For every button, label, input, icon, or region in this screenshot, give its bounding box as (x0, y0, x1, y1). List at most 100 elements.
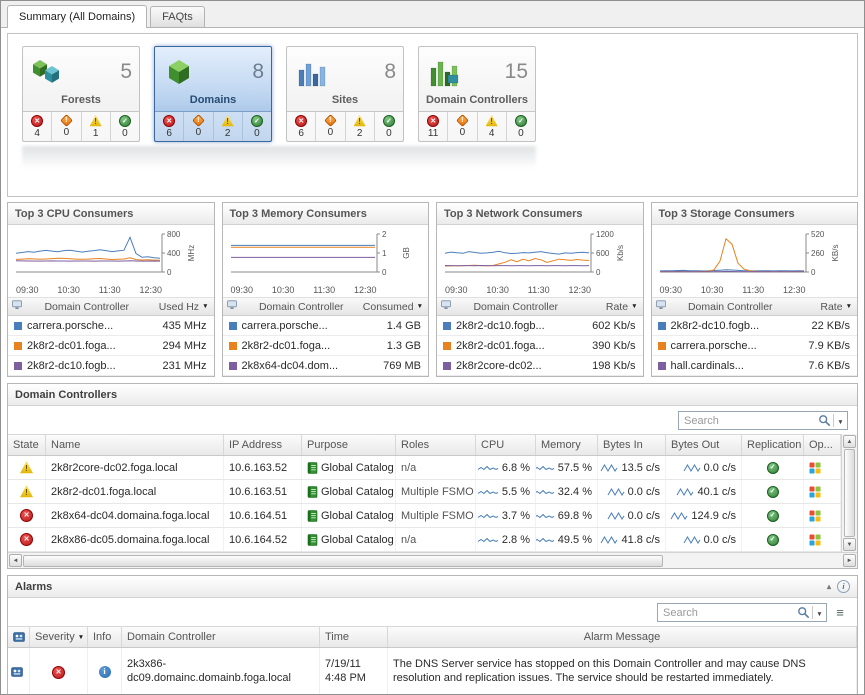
tile-status-strip: ✕4!0!1✓0 (23, 111, 139, 141)
tile-domains[interactable]: 8Domains✕6!0!2✓0 (154, 46, 272, 142)
scroll-right-button[interactable] (843, 554, 856, 567)
sparkline-icon (536, 511, 555, 521)
search-options-dropdown-icon[interactable] (834, 415, 847, 427)
list-item[interactable]: 2k8r2-dc10.fogb...22 KB/s (652, 316, 858, 336)
status-cell-normal[interactable]: ✓0 (110, 112, 139, 141)
column-header-purpose[interactable]: Purpose (302, 435, 396, 455)
collapse-icon[interactable] (827, 582, 831, 591)
sparkline-icon (683, 535, 701, 545)
status-cell-critical[interactable]: !0 (315, 112, 344, 141)
column-header-domain-controller[interactable]: Domain Controller (26, 301, 148, 313)
list-item[interactable]: carrera.porsche...7.9 KB/s (652, 336, 858, 356)
tab-summary-all-domains[interactable]: Summary (All Domains) (7, 5, 147, 28)
column-header-roles[interactable]: Roles (396, 435, 476, 455)
column-header-ip-address[interactable]: IP Address (224, 435, 302, 455)
list-item[interactable]: carrera.porsche...435 MHz (8, 316, 214, 336)
info-icon[interactable]: i (99, 666, 111, 678)
list-item[interactable]: 2k8r2core-dc02...198 Kb/s (437, 356, 643, 376)
status-cell-critical[interactable]: !0 (51, 112, 80, 141)
memory-cell: 49.5 % (536, 528, 598, 551)
column-header-replication[interactable]: Replication (742, 435, 804, 455)
vertical-scrollbar[interactable] (841, 434, 857, 552)
dc-search-row (8, 406, 857, 434)
status-cell-warning[interactable]: !4 (477, 112, 506, 141)
column-header-domain-controller[interactable]: Domain Controller (241, 301, 363, 313)
status-cell-normal[interactable]: ✓0 (242, 112, 271, 141)
alarms-search-input[interactable] (658, 607, 795, 619)
roles-cell: Multiple FSMO (396, 480, 476, 503)
column-header-alarm-message[interactable]: Alarm Message (388, 627, 857, 647)
scroll-up-button[interactable] (843, 435, 856, 448)
tile-sites[interactable]: 8Sites✕6!0!2✓0 (286, 46, 404, 142)
list-item[interactable]: 2k8r2-dc01.foga...1.3 GB (223, 336, 429, 356)
alarm-dc-cell: 2k3x86-dc09.domainc.domainb.foga.local (122, 648, 320, 695)
column-header-bytes-in[interactable]: Bytes In (598, 435, 666, 455)
column-header-domain-controller[interactable]: Domain Controller (670, 301, 792, 313)
roles-label: Multiple FSMO (401, 510, 474, 522)
forests-icon (30, 54, 66, 90)
dc-value: 390 Kb/s (581, 340, 643, 352)
list-item[interactable]: 2k8r2-dc01.foga...390 Kb/s (437, 336, 643, 356)
alarm-row[interactable]: ✕i2k3x86-dc09.domainc.domainb.foga.local… (8, 648, 857, 695)
sparkline-icon (477, 463, 499, 473)
x-tick-label: 11:30 (99, 285, 121, 295)
column-header-value[interactable]: Used Hz (148, 301, 214, 313)
windows-icon (809, 534, 821, 546)
tab-faqts[interactable]: FAQts (150, 6, 205, 27)
column-header-bytes-out[interactable]: Bytes Out (666, 435, 742, 455)
vscroll-thumb[interactable] (844, 449, 855, 537)
column-header-op[interactable]: Op... (804, 435, 841, 455)
status-cell-warning[interactable]: !2 (213, 112, 242, 141)
status-cell-fatal[interactable]: ✕4 (23, 112, 51, 141)
scroll-left-button[interactable] (9, 554, 22, 567)
list-item[interactable]: 2k8r2-dc10.fogb...231 MHz (8, 356, 214, 376)
column-header-time[interactable]: Time (320, 627, 388, 647)
status-cell-fatal[interactable]: ✕11 (419, 112, 447, 141)
status-cell-warning[interactable]: !2 (345, 112, 374, 141)
dc-search-input[interactable] (679, 415, 816, 427)
list-item[interactable]: hall.cardinals...7.6 KB/s (652, 356, 858, 376)
svg-text:1200: 1200 (596, 230, 614, 239)
tile-forests[interactable]: 5Forests✕4!0!1✓0 (22, 46, 140, 142)
hscroll-thumb[interactable] (23, 555, 663, 567)
search-icon[interactable] (816, 414, 833, 427)
tile-label: Sites (287, 91, 403, 111)
list-view-icon[interactable] (832, 605, 848, 621)
status-cell-fatal[interactable]: ✕6 (155, 112, 183, 141)
column-header-name[interactable]: Name (46, 435, 224, 455)
status-cell-normal[interactable]: ✓0 (506, 112, 535, 141)
horizontal-scrollbar[interactable] (8, 552, 857, 568)
state-cell: ! (8, 456, 46, 479)
column-header-value[interactable]: Rate (791, 301, 857, 313)
column-header-domain-controller[interactable]: Domain Controller (122, 627, 320, 647)
tile-count: 8 (198, 60, 264, 84)
status-cell-fatal[interactable]: ✕6 (287, 112, 315, 141)
column-header-cpu[interactable]: CPU (476, 435, 536, 455)
search-options-dropdown-icon[interactable] (813, 607, 826, 619)
column-header-value[interactable]: Consumed (362, 301, 428, 313)
scroll-down-button[interactable] (843, 538, 856, 551)
list-item[interactable]: 2k8x64-dc04.dom...769 MB (223, 356, 429, 376)
status-cell-critical[interactable]: !0 (447, 112, 476, 141)
table-row[interactable]: ✕2k8x86-dc05.domaina.foga.local10.6.164.… (8, 528, 841, 552)
status-cell-critical[interactable]: !0 (183, 112, 212, 141)
column-header-domain-controller[interactable]: Domain Controller (455, 301, 577, 313)
column-header-state[interactable]: State (8, 435, 46, 455)
search-icon[interactable] (795, 606, 812, 619)
list-item[interactable]: carrera.porsche...1.4 GB (223, 316, 429, 336)
list-item[interactable]: 2k8r2-dc01.foga...294 MHz (8, 336, 214, 356)
help-icon[interactable] (837, 580, 850, 593)
x-tick-label: 10:30 (486, 285, 509, 295)
global-catalog-icon (307, 486, 318, 498)
table-row[interactable]: !2k8r2-dc01.foga.local10.6.163.51Global … (8, 480, 841, 504)
status-cell-normal[interactable]: ✓0 (374, 112, 403, 141)
column-header-memory[interactable]: Memory (536, 435, 598, 455)
table-row[interactable]: ✕2k8x64-dc04.domaina.foga.local10.6.164.… (8, 504, 841, 528)
column-header-info[interactable]: Info (88, 627, 122, 647)
table-row[interactable]: !2k8r2core-dc02.foga.local10.6.163.52Glo… (8, 456, 841, 480)
tile-domain-controllers[interactable]: 15Domain Controllers✕11!0!4✓0 (418, 46, 536, 142)
status-cell-warning[interactable]: !1 (81, 112, 110, 141)
column-header-severity[interactable]: Severity (30, 627, 88, 647)
column-header-value[interactable]: Rate (577, 301, 643, 313)
list-item[interactable]: 2k8r2-dc10.fogb...602 Kb/s (437, 316, 643, 336)
